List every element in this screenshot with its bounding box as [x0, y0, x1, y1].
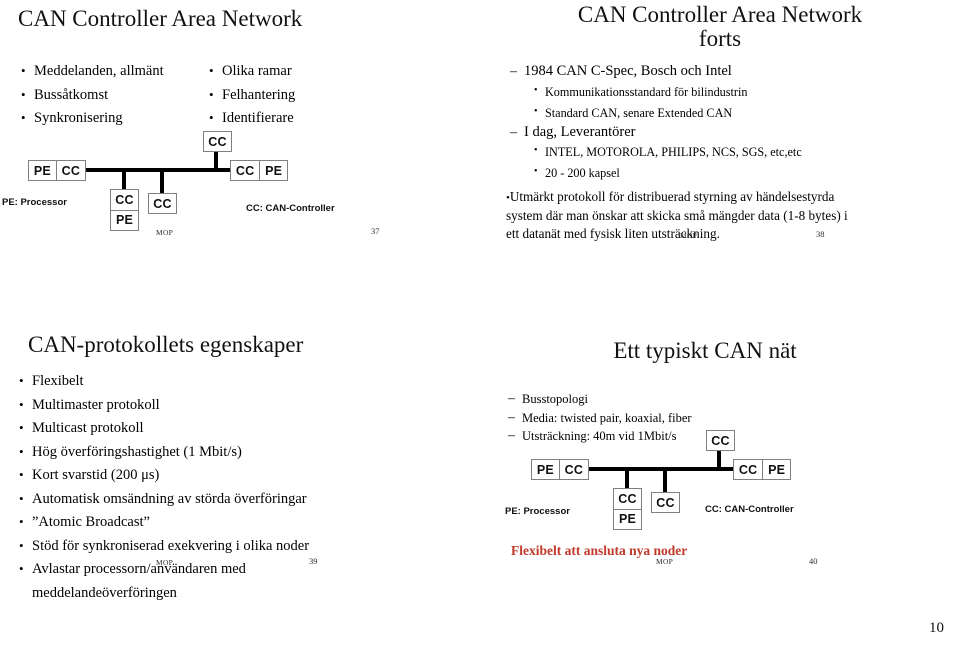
- paragraph-text: Utmärkt protokoll för distribuerad styrn…: [506, 189, 848, 241]
- list-item: Flexibelt: [18, 369, 348, 394]
- list-item: INTEL, MOTOROLA, PHILIPS, NCS, SGS, etc,…: [532, 141, 912, 163]
- legend-cc: CC: CAN-Controller: [705, 504, 794, 515]
- slide-can-protokollets-egenskaper: CAN-protokollets egenskaper Flexibelt Mu…: [0, 320, 480, 601]
- can-network-diagram: PE CC CC CC PE CC CC PE PE: Processor CC…: [0, 0, 480, 250]
- node-mid-cc: CC: [148, 193, 177, 214]
- drop-wire-mid: [160, 170, 164, 194]
- bullet-group-1-level2: Kommunikationsstandard för bilindustrin …: [532, 81, 912, 124]
- bus-backbone-wire: [587, 467, 733, 471]
- bullet-group-2-level1: I dag, Leverantörer: [510, 121, 890, 145]
- slide-footer: MOP: [156, 228, 174, 237]
- node-cell-cc: CC: [208, 134, 227, 149]
- node-cell-pe: PE: [111, 209, 138, 231]
- legend-pe: PE: Processor: [505, 506, 570, 517]
- list-item: Avlastar processorn/användaren med medde…: [18, 557, 270, 605]
- legend-pe: PE: Processor: [2, 197, 67, 208]
- slide-number: 40: [809, 556, 818, 566]
- node-cell-cc: CC: [656, 495, 675, 510]
- page-title-line2: forts: [698, 26, 742, 51]
- node-cell-cc: CC: [235, 163, 255, 178]
- deck-page-number: 10: [929, 620, 944, 636]
- node-cell-cc: CC: [558, 460, 588, 479]
- node-stack-cc-pe: CC PE: [613, 488, 642, 530]
- list-item: 20 - 200 kapsel: [532, 162, 912, 184]
- node-cell-pe: PE: [259, 161, 287, 180]
- legend-cc: CC: CAN-Controller: [246, 203, 335, 214]
- list-item: Multimaster protokoll: [18, 393, 348, 418]
- list-item: I dag, Leverantörer: [510, 121, 890, 145]
- slide-can-controller-area-network-forts: CAN Controller Area Network forts 1984 C…: [480, 0, 960, 250]
- node-right-cc-pe: CC PE: [230, 160, 288, 181]
- node-cell-pe: PE: [536, 462, 554, 477]
- node-cell-cc: CC: [711, 433, 730, 448]
- node-cell-pe: PE: [614, 508, 641, 530]
- node-top-cc: CC: [706, 430, 735, 451]
- list-item: Kommunikationsstandard för bilindustrin: [532, 81, 912, 103]
- node-cell-pe: PE: [33, 163, 51, 178]
- list-item: Kort svarstid (200 μs): [18, 463, 348, 488]
- page-title: CAN-protokollets egenskaper: [28, 332, 304, 357]
- node-cell-cc: CC: [618, 491, 637, 506]
- list-item: Hög överföringshastighet (1 Mbit/s): [18, 440, 348, 465]
- node-right-cc-pe: CC PE: [733, 459, 791, 480]
- can-network-diagram: PE CC CC CC PE CC CC PE PE: Processor CC…: [480, 320, 960, 580]
- drop-wire-mid: [663, 469, 667, 493]
- node-cell-cc: CC: [153, 196, 172, 211]
- slide-number: 37: [371, 226, 380, 236]
- slide-footer: MOP: [680, 231, 698, 240]
- list-item: Stöd för synkroniserad exekvering i olik…: [18, 534, 348, 559]
- bullet-group-1-level1: 1984 CAN C-Spec, Bosch och Intel: [510, 60, 890, 84]
- list-item: 1984 CAN C-Spec, Bosch och Intel: [510, 60, 890, 84]
- drop-wire-stack: [625, 469, 629, 489]
- slide-footer: MOP: [156, 558, 174, 567]
- slide-ett-typiskt-can-nat: Ett typiskt CAN nät Busstopologi Media: …: [480, 320, 960, 580]
- bus-backbone-wire: [84, 168, 230, 172]
- list-item: Automatisk omsändning av störda överföri…: [18, 487, 348, 512]
- drop-wire-top: [717, 450, 721, 470]
- node-mid-cc: CC: [651, 492, 680, 513]
- node-stack-cc-pe: CC PE: [110, 189, 139, 231]
- drop-wire-top: [214, 151, 218, 171]
- list-item: ”Atomic Broadcast”: [18, 510, 348, 535]
- node-top-cc: CC: [203, 131, 232, 152]
- node-cell-cc: CC: [55, 161, 85, 180]
- page-title-line1: CAN Controller Area Network: [577, 2, 863, 27]
- slide-number: 39: [309, 556, 318, 566]
- node-cell-cc: CC: [738, 462, 758, 477]
- node-cell-pe: PE: [762, 460, 790, 479]
- drop-wire-stack: [122, 170, 126, 190]
- bullet-list: Flexibelt Multimaster protokoll Multicas…: [18, 369, 348, 605]
- bullet-group-2-level2: INTEL, MOTOROLA, PHILIPS, NCS, SGS, etc,…: [532, 141, 912, 184]
- node-cell-cc: CC: [115, 192, 134, 207]
- list-item: Standard CAN, senare Extended CAN: [532, 102, 912, 124]
- node-left-pe-cc: PE CC: [531, 459, 589, 480]
- slide-can-controller-area-network: CAN Controller Area Network Meddelanden,…: [0, 0, 480, 250]
- node-left-pe-cc: PE CC: [28, 160, 86, 181]
- slide-footer: MOP: [656, 557, 674, 566]
- slide-number: 38: [816, 229, 825, 239]
- list-item: Multicast protokoll: [18, 416, 348, 441]
